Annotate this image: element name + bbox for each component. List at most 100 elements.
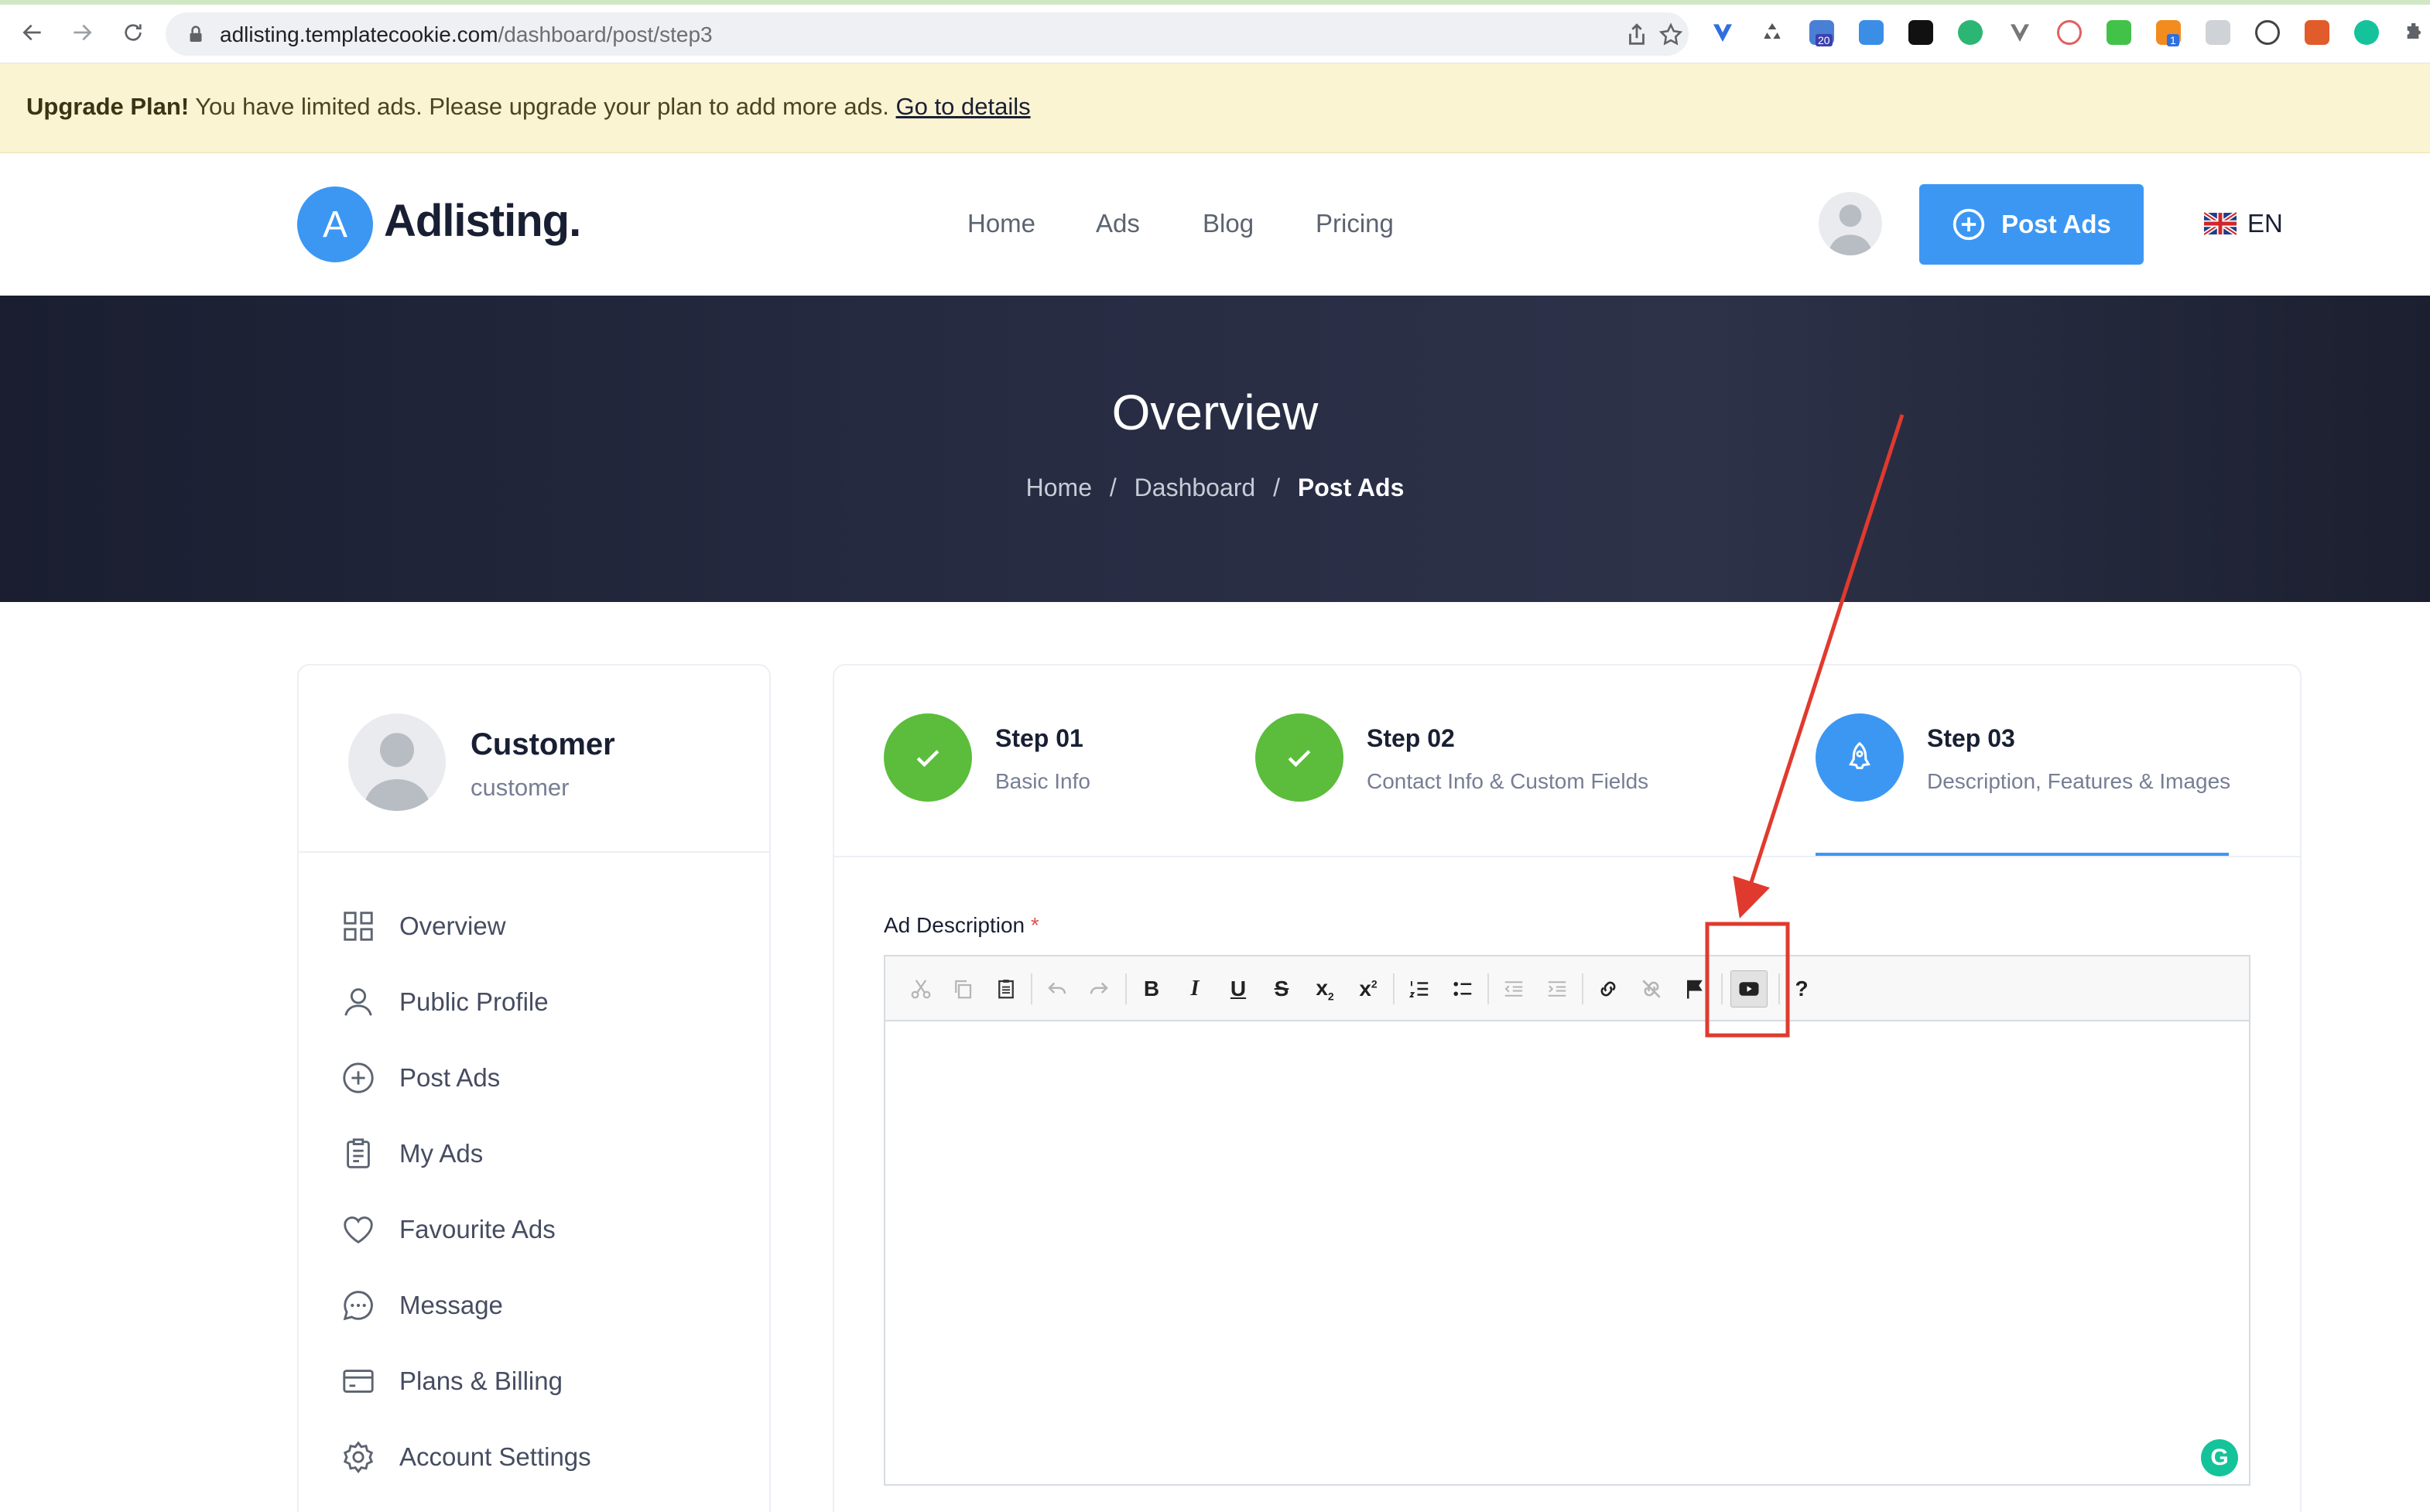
toolbar-separator: [1582, 973, 1583, 1004]
indent-icon: [1548, 981, 1566, 997]
sidebar-item-public-profile[interactable]: Public Profile: [341, 981, 727, 1023]
strikethrough-button[interactable]: S: [1266, 973, 1297, 1004]
sidebar-item-post-ads[interactable]: Post Ads: [341, 1057, 727, 1099]
grammarly-icon[interactable]: G: [2201, 1439, 2238, 1476]
cut-button[interactable]: [905, 973, 936, 1004]
bookmark-star-icon[interactable]: [1658, 22, 1684, 48]
step-2-subtitle: Contact Info & Custom Fields: [1367, 769, 1649, 793]
gear-icon: [343, 1441, 374, 1473]
extension-fi-icon[interactable]: [1859, 20, 1884, 45]
sidebar-item-account-settings[interactable]: Account Settings: [341, 1436, 727, 1478]
extension-orange-icon[interactable]: 1: [2156, 20, 2181, 46]
extension-chart-icon[interactable]: [2305, 20, 2329, 45]
unlink-button[interactable]: [1636, 973, 1667, 1004]
link-button[interactable]: [1593, 973, 1624, 1004]
user-icon: [344, 988, 372, 1016]
embed-media-button[interactable]: [1730, 970, 1768, 1007]
underline-button[interactable]: U: [1223, 973, 1254, 1004]
breadcrumb: Home / Dashboard / Post Ads: [0, 474, 2430, 502]
address-bar[interactable]: adlisting.templatecookie.com/dashboard/p…: [166, 12, 1689, 56]
reload-button[interactable]: [118, 17, 149, 48]
notion-icon[interactable]: [1908, 20, 1933, 45]
logo-mark[interactable]: A: [297, 186, 373, 262]
sidebar-item-favourite-ads[interactable]: Favourite Ads: [341, 1209, 727, 1250]
puzzle-extensions-icon[interactable]: [2402, 20, 2427, 45]
numbered-list-button[interactable]: [1404, 973, 1435, 1004]
sidebar-item-label: Overview: [399, 912, 506, 940]
sidebar-item-plans-billing[interactable]: Plans & Billing: [341, 1360, 727, 1402]
user-avatar[interactable]: [1819, 192, 1882, 255]
post-ads-button-label: Post Ads: [2001, 210, 2111, 238]
profile-avatar: [348, 713, 446, 811]
extension-circle-icon[interactable]: [2255, 20, 2280, 45]
toolbar-separator: [1031, 973, 1032, 1004]
redo-button[interactable]: [1083, 973, 1114, 1004]
grammarly-extension-icon[interactable]: [2354, 20, 2379, 45]
anchor-button[interactable]: [1679, 973, 1710, 1004]
redo-icon: [1090, 982, 1108, 994]
step-1-subtitle: Basic Info: [995, 769, 1090, 793]
sidebar-item-my-ads[interactable]: My Ads: [341, 1133, 727, 1175]
go-to-details-link[interactable]: Go to details: [896, 93, 1031, 120]
clipboard-icon: [347, 1138, 370, 1168]
post-ads-button[interactable]: Post Ads: [1919, 184, 2144, 265]
breadcrumb-home[interactable]: Home: [1026, 474, 1092, 501]
strikethrough-icon: S: [1274, 977, 1289, 1001]
sidebar-item-message[interactable]: Message: [341, 1285, 727, 1326]
nav-ads[interactable]: Ads: [1096, 209, 1140, 238]
url-host: adlisting.templatecookie.com: [220, 22, 498, 46]
unlink-icon: [1642, 980, 1661, 998]
link-icon: [1600, 981, 1616, 997]
toolbar-separator: [1487, 973, 1489, 1004]
step-3-title[interactable]: Step 03: [1927, 724, 2015, 753]
share-icon[interactable]: [1624, 22, 1650, 48]
extension-badge-icon[interactable]: 20: [1809, 20, 1834, 46]
toolbar-separator: [1393, 973, 1395, 1004]
breadcrumb-separator: /: [1109, 474, 1117, 501]
rocket-icon: [1849, 741, 1870, 769]
bulleted-list-button[interactable]: [1447, 973, 1478, 1004]
extension-green-icon[interactable]: [2107, 20, 2131, 45]
increase-indent-button[interactable]: [1542, 973, 1573, 1004]
logo-text[interactable]: Adlisting.: [384, 195, 581, 247]
sidebar-item-label: Message: [399, 1291, 503, 1319]
ad-description-editor[interactable]: B I U S x2 x2 ? G: [884, 955, 2250, 1486]
paste-button[interactable]: [991, 973, 1022, 1004]
back-button[interactable]: [17, 17, 48, 48]
avatar-silhouette-icon: [362, 733, 432, 811]
bold-icon: B: [1143, 977, 1160, 1001]
nav-home[interactable]: Home: [967, 209, 1035, 238]
site-header: A Adlisting. Home Ads Blog Pricing Post …: [0, 153, 2430, 296]
step-2-title[interactable]: Step 02: [1367, 724, 1455, 753]
extension-grey-icon[interactable]: [2206, 20, 2230, 45]
breadcrumb-dashboard[interactable]: Dashboard: [1135, 474, 1256, 501]
extension-sync-icon[interactable]: [1958, 20, 1983, 45]
heart-icon: [344, 1216, 373, 1243]
extension-recycle-icon[interactable]: [1760, 20, 1785, 45]
nav-pricing[interactable]: Pricing: [1316, 209, 1394, 238]
upgrade-banner-message: You have limited ads. Please upgrade you…: [189, 93, 896, 120]
superscript-button[interactable]: x2: [1353, 973, 1384, 1004]
extension-vee-icon[interactable]: [2007, 20, 2032, 45]
nav-blog[interactable]: Blog: [1203, 209, 1254, 238]
language-selector[interactable]: EN: [2204, 209, 2283, 238]
sidebar-item-label: Public Profile: [399, 987, 549, 1016]
forward-button[interactable]: [67, 17, 98, 48]
step-1-title[interactable]: Step 01: [995, 724, 1083, 753]
italic-button[interactable]: I: [1179, 973, 1210, 1004]
forward-arrow-icon: [74, 24, 92, 41]
subscript-button[interactable]: x2: [1309, 973, 1340, 1004]
language-code: EN: [2247, 209, 2283, 238]
check-icon: [1288, 750, 1311, 768]
extension-badge-count: 20: [1816, 34, 1833, 46]
sidebar-item-overview[interactable]: Overview: [341, 905, 727, 947]
help-button[interactable]: ?: [1786, 973, 1817, 1004]
undo-button[interactable]: [1042, 973, 1073, 1004]
bold-button[interactable]: B: [1136, 973, 1167, 1004]
extension-block-icon[interactable]: [2057, 20, 2082, 45]
check-icon: [916, 750, 939, 768]
extension-badge-count-2: 1: [2167, 34, 2179, 46]
decrease-indent-button[interactable]: [1498, 973, 1529, 1004]
extension-v-icon[interactable]: [1710, 20, 1735, 45]
copy-button[interactable]: [947, 973, 978, 1004]
